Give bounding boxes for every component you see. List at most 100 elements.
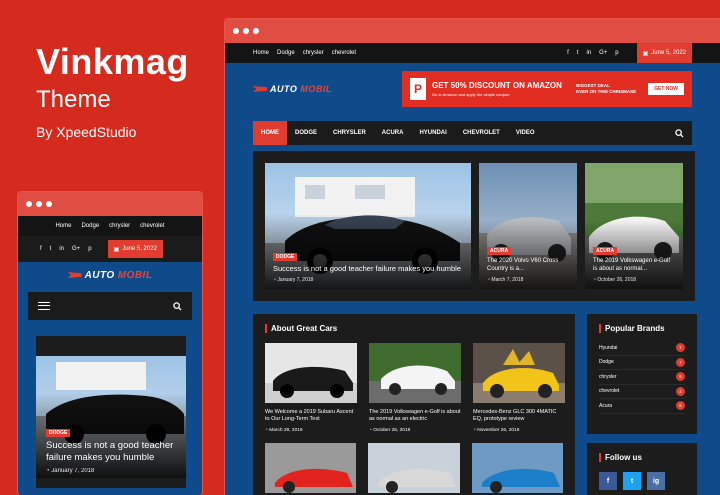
count-badge: 7 <box>676 343 685 353</box>
window-titlebar <box>225 19 720 43</box>
post-date: ◔ January 7, 2018 <box>273 277 314 283</box>
hamburger-menu-icon[interactable] <box>38 302 50 310</box>
post-card[interactable]: We Welcome a 2019 Subaru Ascent to Our L… <box>265 343 357 433</box>
logo-wing-icon <box>253 86 267 92</box>
post-title[interactable]: The 2019 Volkswagen e-Golf is about as n… <box>593 258 675 273</box>
top-link-dodge[interactable]: Dodge <box>81 223 99 229</box>
date-badge: ▣ June 5, 2022 <box>636 43 692 63</box>
brand-item-hyundai[interactable]: Hyundai 7 <box>599 341 685 356</box>
mobile-site-logo[interactable]: AUTO MOBIL <box>18 262 202 288</box>
date-text: June 5, 2022 <box>122 246 157 252</box>
top-link-chrysler[interactable]: chrysler <box>303 50 324 56</box>
pinterest-icon[interactable]: p <box>615 50 618 56</box>
date-badge: ▣ June 5, 2022 <box>107 240 163 258</box>
search-icon[interactable] <box>173 301 182 311</box>
google-plus-icon[interactable]: G+ <box>72 246 80 252</box>
post-card[interactable]: Mercedes-Benz GLC 300 4MATIC EQ, prototy… <box>473 343 565 433</box>
instagram-icon[interactable]: ig <box>647 472 665 490</box>
featured-posts: DODGE Success is not a good teacher fail… <box>253 151 695 301</box>
post-date: ◔ January 7, 2018 <box>46 468 95 474</box>
brand-item-chrysler[interactable]: chrysler 6 <box>599 370 685 385</box>
count-badge: 6 <box>676 401 685 411</box>
calendar-icon: ▣ <box>642 50 649 57</box>
nav-chevrolet[interactable]: CHEVROLET <box>455 121 508 145</box>
date-text: June 5, 2022 <box>651 50 686 56</box>
ad-banner[interactable]: P GET 50% DISCOUNT ON AMAZON Go to Amazo… <box>402 71 692 107</box>
nav-hyundai[interactable]: HYUNDAI <box>411 121 454 145</box>
mobile-social-bar: f t in G+ p ▣ June 5, 2022 <box>18 236 202 262</box>
mobile-top-links: Home Dodge chrysler chevrolet <box>18 216 202 236</box>
featured-post-second[interactable]: ACURA The 2020 Volvo V60 Cross Country i… <box>479 163 577 289</box>
top-bar: Home Dodge chrysler chevrolet f t in G+ … <box>225 43 720 63</box>
ad-get-now-button[interactable]: GET NOW <box>648 83 684 95</box>
linkedin-icon[interactable]: in <box>586 50 591 56</box>
section-title: Follow us <box>587 443 697 462</box>
nav-video[interactable]: VIDEO <box>508 121 543 145</box>
logo-wing-icon <box>67 272 82 278</box>
post-date: ◔ March 29, 2019 <box>265 427 303 433</box>
twitter-icon[interactable]: t <box>577 50 579 56</box>
brand-item-chevrolet[interactable]: chevrolet 4 <box>599 385 685 399</box>
post-date: ◔ October 26, 2018 <box>593 277 637 283</box>
google-plus-icon[interactable]: G+ <box>599 50 607 56</box>
nav-home[interactable]: HOME <box>253 121 287 145</box>
brand-author: By XpeedStudio <box>36 124 137 140</box>
desktop-preview-window: Home Dodge chrysler chevrolet f t in G+ … <box>224 18 720 495</box>
linkedin-icon[interactable]: in <box>59 246 64 252</box>
category-badge[interactable]: ACURA <box>593 247 618 255</box>
post-title[interactable]: Mercedes-Benz GLC 300 4MATIC EQ, prototy… <box>473 409 565 424</box>
top-link-chrysler[interactable]: chrysler <box>109 223 130 229</box>
category-badge[interactable]: ACURA <box>487 247 512 255</box>
post-title[interactable]: The 2019 Volkswagen e-Golf is about as n… <box>369 409 461 424</box>
car-thumbnail[interactable] <box>471 442 563 493</box>
top-link-dodge[interactable]: Dodge <box>277 50 295 56</box>
section-title: Popular Brands <box>587 314 697 333</box>
category-badge[interactable]: DODGE <box>273 252 298 261</box>
post-date: ◔ March 7, 2018 <box>487 277 524 283</box>
site-logo[interactable]: AUTO MOBIL <box>253 84 332 94</box>
top-link-chevrolet[interactable]: chevrolet <box>140 223 164 229</box>
featured-post-main[interactable]: DODGE Success is not a good teacher fail… <box>265 163 471 289</box>
post-title[interactable]: Success is not a good teacher failure ma… <box>273 264 463 273</box>
window-titlebar <box>18 192 202 216</box>
brand-block: Vinkmag Theme By XpeedStudio <box>36 41 189 141</box>
facebook-icon[interactable]: f <box>40 246 42 252</box>
top-link-chevrolet[interactable]: chevrolet <box>332 50 356 56</box>
post-title[interactable]: Success is not a good teacher failure ma… <box>46 440 178 464</box>
post-title[interactable]: We Welcome a 2019 Subaru Ascent to Our L… <box>265 409 357 424</box>
brand-title: Vinkmag <box>36 41 189 82</box>
main-nav: HOME DODGE CHRYSLER ACURA HYUNDAI CHEVRO… <box>253 121 692 145</box>
brand-item-dodge[interactable]: Dodge 7 <box>599 356 685 370</box>
top-link-home[interactable]: Home <box>253 50 269 56</box>
featured-post-main[interactable]: DODGE Success is not a good teacher fail… <box>36 356 186 478</box>
search-icon[interactable] <box>667 121 692 145</box>
window-dot <box>253 28 259 34</box>
nav-chrysler[interactable]: CHRYSLER <box>325 121 374 145</box>
twitter-icon[interactable]: t <box>623 472 641 490</box>
ad-logo-icon: P <box>410 78 426 100</box>
facebook-icon[interactable]: f <box>567 50 569 56</box>
post-title[interactable]: The 2020 Volvo V60 Cross Country is a... <box>487 258 569 273</box>
facebook-icon[interactable]: f <box>599 472 617 490</box>
window-dot <box>46 201 52 207</box>
window-dot <box>243 28 249 34</box>
count-badge: 6 <box>676 372 685 382</box>
nav-dodge[interactable]: DODGE <box>287 121 325 145</box>
about-great-cars-section: About Great Cars We Welcome a 2019 Subar… <box>253 314 575 495</box>
popular-brands-widget: Popular Brands Hyundai 7 Dodge 7 chrysler 6… <box>587 314 697 434</box>
featured-post-third[interactable]: ACURA The 2019 Volkswagen e-Golf is abou… <box>585 163 683 289</box>
car-thumbnail[interactable] <box>368 442 460 493</box>
brand-item-acura[interactable]: Acura 6 <box>599 399 685 414</box>
site-header: AUTO MOBIL P GET 50% DISCOUNT ON AMAZON G… <box>225 63 720 115</box>
window-dot <box>36 201 42 207</box>
car-thumbnail[interactable] <box>265 442 357 493</box>
category-badge[interactable]: DODGE <box>46 429 71 438</box>
mobile-preview-window: Home Dodge chrysler chevrolet f t in G+ … <box>17 191 203 495</box>
pinterest-icon[interactable]: p <box>88 246 91 252</box>
twitter-icon[interactable]: t <box>50 246 52 252</box>
top-link-home[interactable]: Home <box>55 223 71 229</box>
mobile-featured-card: DODGE Success is not a good teacher fail… <box>36 336 186 488</box>
mobile-menu-bar <box>28 292 192 320</box>
post-card[interactable]: The 2019 Volkswagen e-Golf is about as n… <box>369 343 461 433</box>
nav-acura[interactable]: ACURA <box>374 121 412 145</box>
